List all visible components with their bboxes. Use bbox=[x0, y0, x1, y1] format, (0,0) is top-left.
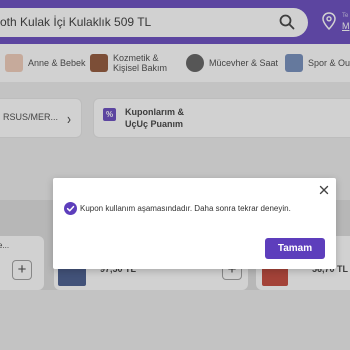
check-circle-icon bbox=[64, 202, 77, 215]
modal-backdrop[interactable] bbox=[0, 0, 350, 350]
dialog-message: Kupon kullanım aşamasındadır. Daha sonra… bbox=[80, 204, 291, 213]
ok-button[interactable]: Tamam bbox=[265, 238, 325, 259]
dialog-message-row: Kupon kullanım aşamasındadır. Daha sonra… bbox=[64, 202, 291, 215]
coupon-info-dialog: Kupon kullanım aşamasındadır. Daha sonra… bbox=[53, 178, 336, 269]
close-icon[interactable] bbox=[318, 184, 330, 196]
